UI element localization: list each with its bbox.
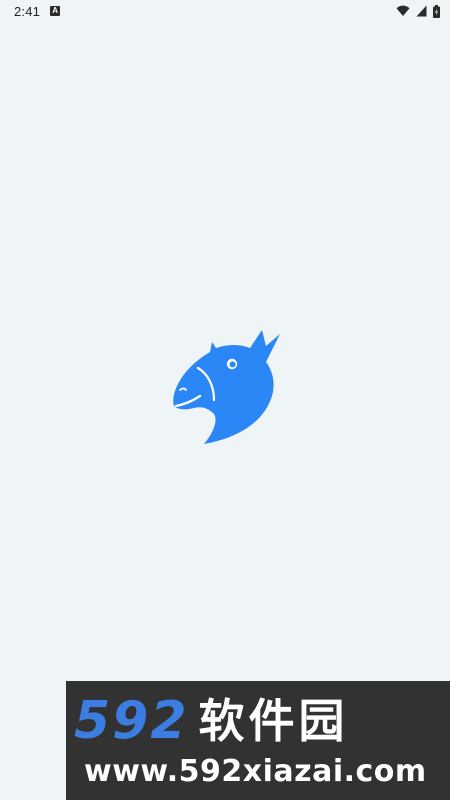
splash-logo	[168, 326, 286, 444]
status-time: 2:41	[14, 3, 41, 19]
status-bar: 2:41 A	[0, 0, 450, 22]
battery-icon	[433, 4, 440, 18]
watermark-title: 592 软件园	[74, 691, 444, 751]
status-right	[396, 4, 440, 18]
watermark-url: www.592xiazai.com	[84, 754, 427, 789]
watermark-banner: 592 软件园 www.592xiazai.com	[66, 681, 450, 800]
signal-icon	[416, 5, 427, 17]
wifi-icon	[396, 5, 410, 17]
watermark-chinese: 软件园	[198, 694, 349, 748]
watermark-number: 592	[74, 691, 189, 751]
donkey-head-logo-icon	[173, 330, 280, 444]
status-left: 2:41 A	[14, 3, 61, 19]
notification-a-icon: A	[50, 6, 61, 16]
